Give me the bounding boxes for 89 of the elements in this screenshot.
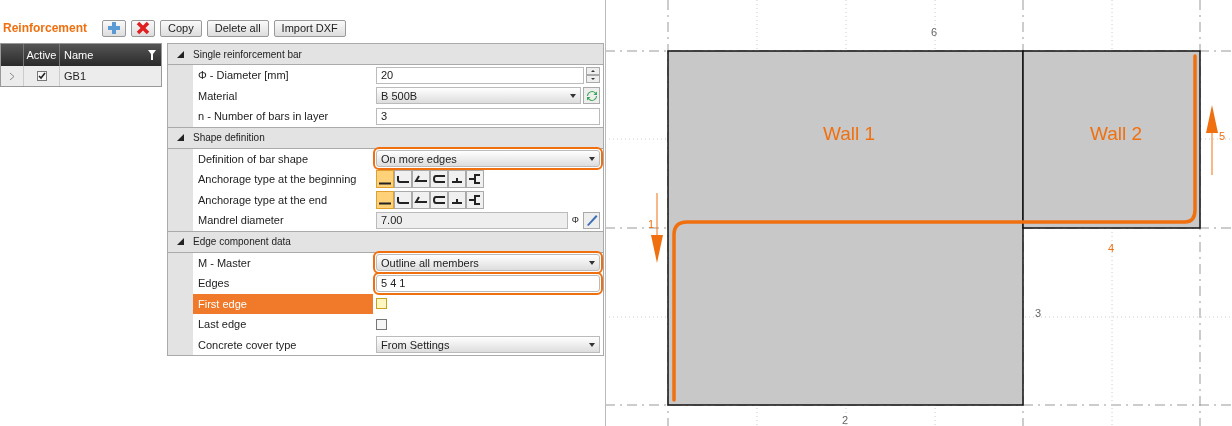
caret-icon — [570, 93, 576, 98]
property-label[interactable]: Last edge — [193, 314, 373, 335]
caret-icon — [589, 342, 595, 347]
toolbar-button[interactable]: Delete all — [206, 19, 269, 37]
anchorage-option[interactable] — [448, 170, 466, 189]
edge-number: 1 — [647, 218, 655, 230]
property-label[interactable]: Material — [193, 85, 373, 106]
section-header[interactable]: Single reinforcement bar — [168, 43, 603, 65]
property-label[interactable]: Φ - Diameter [mm] — [193, 65, 373, 86]
toolbar-button[interactable]: Import DXF — [273, 19, 346, 37]
section-header[interactable]: Edge component data — [168, 230, 603, 253]
refresh-icon — [584, 88, 599, 103]
wall-label: Wall 2 — [1089, 123, 1143, 144]
anchorage-option[interactable] — [412, 170, 430, 189]
collapse-icon[interactable] — [177, 238, 184, 245]
delete-button[interactable] — [131, 19, 156, 37]
checkbox[interactable] — [36, 71, 47, 81]
anchorage-option[interactable] — [430, 190, 448, 209]
property-label[interactable]: Edges — [193, 273, 373, 294]
symbol-label: Φ — [570, 215, 580, 226]
cross-icon — [136, 21, 151, 35]
row-gutter — [168, 334, 193, 355]
checkbox[interactable] — [376, 298, 387, 310]
collapse-icon[interactable] — [177, 50, 184, 58]
property-label[interactable]: M - Master — [193, 252, 373, 273]
text-field[interactable]: 3 — [376, 107, 600, 125]
bar-end-icon — [396, 173, 410, 186]
property-label[interactable]: n - Number of bars in layer — [193, 106, 373, 127]
direction-arrow — [651, 192, 663, 263]
direction-arrow — [1206, 105, 1218, 176]
plus-icon — [107, 21, 122, 35]
panel-title: Reinforcement — [3, 21, 88, 35]
add-button[interactable] — [102, 19, 127, 37]
text-field[interactable]: 5 4 1 — [376, 274, 600, 292]
section-header[interactable]: Shape definition — [168, 126, 603, 149]
anchorage-option[interactable] — [412, 190, 430, 209]
anchorage-option[interactable] — [394, 190, 412, 209]
anchorage-option[interactable] — [466, 190, 484, 209]
edge-number: 5 — [1218, 130, 1226, 142]
anchorage-option[interactable] — [430, 170, 448, 189]
anchorage-option[interactable] — [448, 190, 466, 209]
caret-icon — [589, 156, 595, 161]
edge-number: 3 — [1034, 307, 1042, 319]
toolbar-button[interactable]: Copy — [160, 19, 202, 37]
property-label[interactable]: Mandrel diameter — [193, 210, 373, 231]
wall-label: Wall 1 — [822, 123, 876, 144]
bar-end-icon — [468, 193, 482, 206]
row-gutter — [168, 210, 193, 231]
property-label[interactable]: Anchorage type at the beginning — [193, 169, 373, 190]
edge-number: 2 — [841, 414, 849, 426]
dropdown[interactable]: B 500B — [376, 87, 581, 105]
pencil-icon — [584, 213, 599, 228]
table-row[interactable]: GB1 — [1, 66, 161, 86]
anchorage-option[interactable] — [394, 170, 412, 189]
row-gutter — [168, 106, 193, 127]
chevron-icon — [9, 71, 15, 81]
table-cell: GB1 — [59, 66, 161, 86]
edge-number: 4 — [1107, 242, 1115, 254]
row-gutter — [168, 65, 193, 86]
anchorage-option[interactable] — [376, 190, 394, 209]
bar-end-icon — [378, 181, 392, 185]
refresh-button[interactable] — [583, 87, 600, 105]
property-label[interactable]: Concrete cover type — [193, 334, 373, 355]
bar-end-icon — [378, 202, 392, 206]
dropdown[interactable]: Outline all members — [376, 254, 600, 272]
wall-shape[interactable] — [1022, 50, 1201, 229]
property-label[interactable]: Anchorage type at the end — [193, 189, 373, 210]
checkbox[interactable] — [376, 318, 387, 330]
anchorage-option[interactable] — [376, 170, 394, 189]
row-gutter — [168, 252, 193, 273]
dropdown[interactable]: On more edges — [376, 150, 600, 168]
bar-end-icon — [432, 173, 446, 186]
row-gutter — [168, 148, 193, 169]
readonly-field: 7.00 — [376, 211, 568, 229]
anchorage-option[interactable] — [466, 170, 484, 189]
edge-number: 6 — [930, 26, 938, 38]
collapse-icon[interactable] — [177, 134, 184, 141]
filter-icon[interactable] — [148, 50, 156, 60]
edit-button[interactable] — [583, 211, 600, 229]
check-icon — [37, 72, 46, 80]
bar-end-icon — [468, 173, 482, 186]
property-label[interactable]: Definition of bar shape — [193, 148, 373, 169]
caret-icon — [589, 260, 595, 265]
dropdown[interactable]: From Settings — [376, 336, 600, 354]
number-field[interactable]: 20 — [376, 66, 584, 84]
spinner-button[interactable] — [586, 67, 600, 84]
wall-shape[interactable] — [667, 50, 1024, 406]
bar-end-icon — [432, 193, 446, 206]
spinner-icon — [586, 67, 600, 84]
